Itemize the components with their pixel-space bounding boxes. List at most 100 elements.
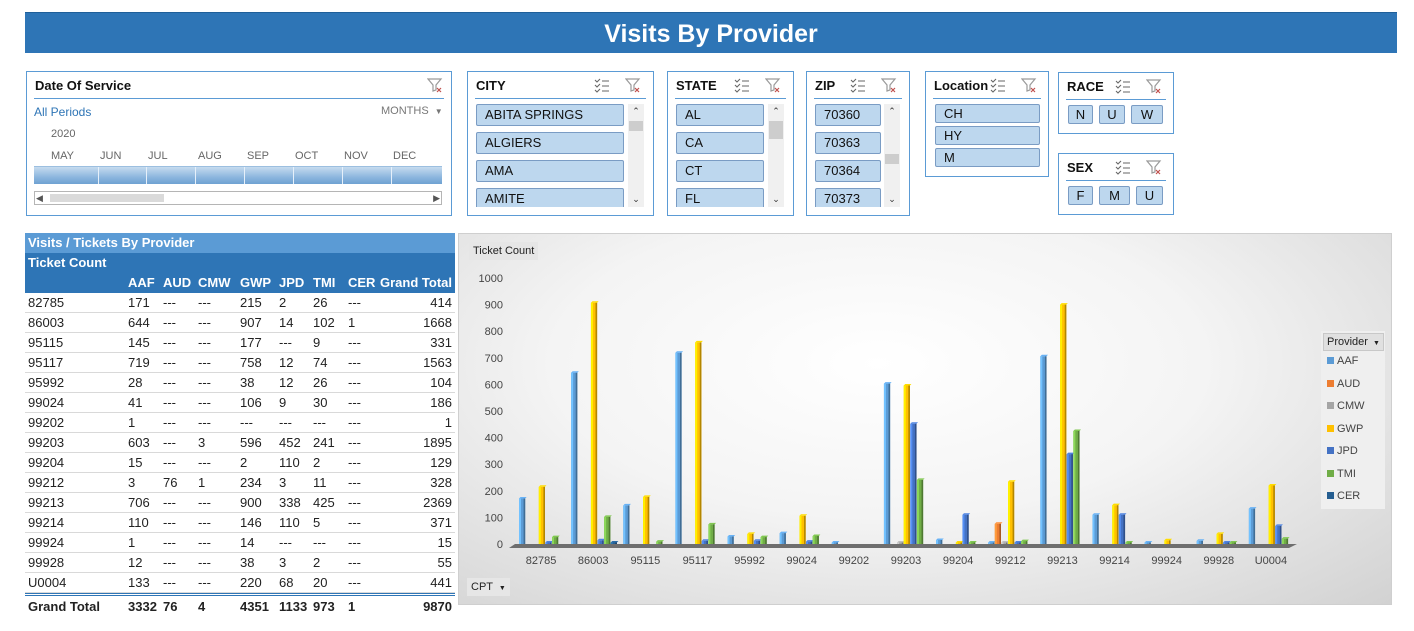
- scroll-down-icon[interactable]: ⌄: [884, 193, 900, 205]
- zip-item[interactable]: 70373: [815, 188, 881, 207]
- row-label[interactable]: 99924: [28, 533, 64, 553]
- chart-bar[interactable]: [675, 351, 684, 544]
- clear-filter-icon[interactable]: [1021, 77, 1037, 93]
- clear-filter-icon[interactable]: [1146, 78, 1162, 94]
- chart-bar[interactable]: [1092, 513, 1101, 544]
- chart-bar[interactable]: [1014, 541, 1023, 544]
- chart-bar[interactable]: [1021, 539, 1029, 544]
- chart-bar[interactable]: [590, 301, 599, 544]
- chart-bar[interactable]: [1248, 507, 1257, 544]
- chart-bar[interactable]: [936, 538, 944, 544]
- row-label[interactable]: U0004: [28, 573, 66, 593]
- scroll-thumb[interactable]: [50, 194, 164, 202]
- zip-item[interactable]: 70363: [815, 132, 881, 154]
- row-label[interactable]: 99024: [28, 393, 64, 413]
- state-item[interactable]: AL: [676, 104, 764, 126]
- row-label[interactable]: 99204: [28, 453, 64, 473]
- row-label[interactable]: 99212: [28, 473, 64, 493]
- chart-bar[interactable]: [903, 383, 912, 544]
- multi-select-icon[interactable]: [734, 77, 750, 93]
- multi-select-icon[interactable]: [990, 77, 1006, 93]
- chart-bar[interactable]: [1281, 537, 1290, 544]
- scroll-up-icon[interactable]: ⌃: [884, 105, 900, 117]
- chart-bar[interactable]: [897, 541, 905, 544]
- clear-filter-icon[interactable]: [881, 77, 897, 93]
- column-header[interactable]: JPD: [279, 273, 304, 293]
- chart-bar[interactable]: [571, 371, 579, 544]
- location-item[interactable]: M: [935, 148, 1040, 167]
- chart-bar[interactable]: [643, 495, 651, 544]
- chart-bar[interactable]: [1001, 541, 1010, 544]
- state-item[interactable]: FL: [676, 188, 764, 207]
- city-scrollbar[interactable]: ⌃ ⌄: [628, 104, 644, 207]
- row-label[interactable]: 99202: [28, 413, 64, 433]
- state-scrollbar[interactable]: ⌃ ⌄: [768, 104, 784, 207]
- chart-bar[interactable]: [962, 513, 971, 544]
- clear-filter-icon[interactable]: [427, 77, 443, 93]
- chart-bar[interactable]: [910, 422, 919, 544]
- chart-bar[interactable]: [708, 522, 717, 544]
- scroll-thumb[interactable]: [885, 154, 899, 164]
- scroll-thumb[interactable]: [629, 121, 643, 131]
- state-slicer[interactable]: STATE AL CA CT FL ⌃ ⌄: [667, 71, 794, 216]
- column-header[interactable]: GWP: [240, 273, 271, 293]
- sex-item[interactable]: M: [1099, 186, 1130, 205]
- scroll-down-icon[interactable]: ⌄: [628, 193, 644, 205]
- chart-bar[interactable]: [597, 538, 606, 544]
- chart-bar[interactable]: [656, 540, 664, 544]
- timeline-scrollbar[interactable]: ◀ ▶: [34, 191, 442, 205]
- multi-select-icon[interactable]: [1115, 159, 1131, 175]
- chart-bar[interactable]: [604, 515, 612, 544]
- date-of-service-timeline[interactable]: Date Of Service All Periods MONTHS ▼ 202…: [26, 71, 452, 216]
- chart-bar[interactable]: [1066, 452, 1075, 544]
- multi-select-icon[interactable]: [1115, 78, 1131, 94]
- location-slicer[interactable]: Location CH HY M: [925, 71, 1049, 177]
- state-item[interactable]: CT: [676, 160, 764, 182]
- location-item[interactable]: HY: [935, 126, 1040, 145]
- chart-bar[interactable]: [1008, 480, 1016, 544]
- chart-bar[interactable]: [1275, 524, 1283, 544]
- chart-bar[interactable]: [1196, 539, 1205, 544]
- zip-item[interactable]: 70360: [815, 104, 881, 126]
- chart-bar[interactable]: [831, 541, 840, 544]
- clear-filter-icon[interactable]: [625, 77, 641, 93]
- chart-bar[interactable]: [969, 541, 977, 544]
- pivot-chart[interactable]: Ticket Count CPT ▼ 0 100 200 300 400 500 600 70…: [458, 233, 1392, 605]
- clear-filter-icon[interactable]: [765, 77, 781, 93]
- sex-item[interactable]: U: [1136, 186, 1163, 205]
- row-label[interactable]: 95115: [28, 333, 63, 353]
- row-label[interactable]: 99928: [28, 553, 64, 573]
- row-label[interactable]: 95117: [28, 353, 63, 373]
- city-item[interactable]: ALGIERS: [476, 132, 624, 154]
- sex-item[interactable]: F: [1068, 186, 1093, 205]
- chart-bar[interactable]: [545, 541, 554, 544]
- zip-slicer[interactable]: ZIP 70360 70363 70364 70373 ⌃ ⌄: [806, 71, 910, 216]
- city-slicer[interactable]: CITY ABITA SPRINGS ALGIERS AMA AMITE ⌃ ⌄: [467, 71, 654, 216]
- race-item[interactable]: N: [1068, 105, 1093, 124]
- zip-scrollbar[interactable]: ⌃ ⌄: [884, 104, 900, 207]
- chart-bar[interactable]: [552, 535, 560, 544]
- chart-bar[interactable]: [623, 503, 631, 544]
- chart-bar[interactable]: [701, 539, 710, 544]
- multi-select-icon[interactable]: [850, 77, 866, 93]
- race-item[interactable]: U: [1099, 105, 1125, 124]
- column-header[interactable]: TMI: [313, 273, 335, 293]
- chart-bar[interactable]: [695, 340, 703, 544]
- row-label[interactable]: 82785: [28, 293, 64, 313]
- race-item[interactable]: W: [1131, 105, 1163, 124]
- chart-bar[interactable]: [1144, 541, 1153, 544]
- column-header[interactable]: CMW: [198, 273, 231, 293]
- scroll-thumb[interactable]: [769, 121, 783, 139]
- chart-bar[interactable]: [538, 485, 547, 544]
- chart-bar[interactable]: [1073, 429, 1082, 544]
- sex-slicer[interactable]: SEX F M U: [1058, 153, 1174, 215]
- chart-bar[interactable]: [812, 534, 821, 544]
- chart-bar[interactable]: [747, 532, 756, 544]
- chart-bar[interactable]: [753, 539, 762, 544]
- scroll-right-icon[interactable]: ▶: [433, 192, 440, 204]
- timeline-period-bar[interactable]: [34, 166, 442, 184]
- chart-bar[interactable]: [610, 541, 619, 544]
- column-header[interactable]: AUD: [163, 273, 191, 293]
- row-label[interactable]: 86003: [28, 313, 64, 333]
- chart-bar[interactable]: [727, 535, 736, 544]
